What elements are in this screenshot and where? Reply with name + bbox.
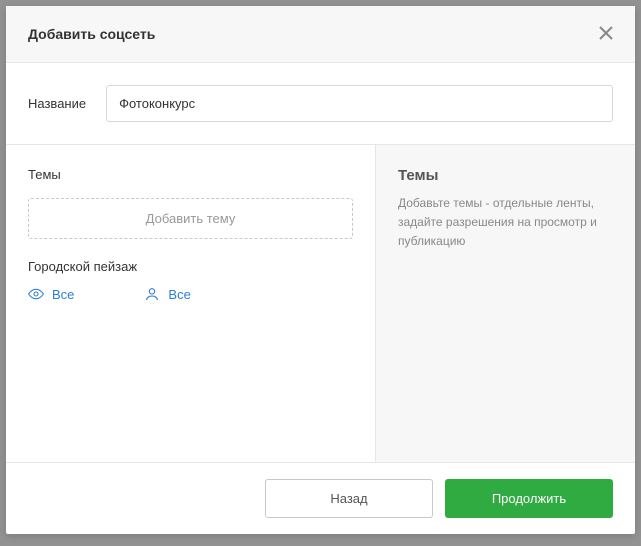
theme-permissions: Все Все (28, 286, 353, 302)
close-button[interactable] (599, 24, 613, 44)
modal-body: Темы Добавить тему Городской пейзаж Все (6, 145, 635, 462)
modal-title: Добавить соцсеть (28, 26, 155, 42)
name-label: Название (28, 96, 86, 111)
continue-button-label: Продолжить (492, 491, 566, 506)
theme-item: Городской пейзаж Все Все (28, 259, 353, 302)
add-theme-button[interactable]: Добавить тему (28, 198, 353, 239)
themes-panel: Темы Добавить тему Городской пейзаж Все (6, 145, 376, 462)
themes-heading: Темы (28, 167, 353, 182)
user-icon (144, 286, 160, 302)
author-permission-text: Все (168, 287, 190, 302)
theme-title: Городской пейзаж (28, 259, 353, 274)
help-panel: Темы Добавьте темы - отдельные ленты, за… (376, 145, 635, 462)
add-social-modal: Добавить соцсеть Название Темы Добавить … (6, 6, 635, 534)
eye-icon (28, 286, 44, 302)
modal-footer: Назад Продолжить (6, 462, 635, 534)
view-permission[interactable]: Все (28, 286, 74, 302)
add-theme-label: Добавить тему (146, 211, 236, 226)
continue-button[interactable]: Продолжить (445, 479, 613, 518)
modal-header: Добавить соцсеть (6, 6, 635, 63)
help-title: Темы (398, 167, 613, 184)
back-button-label: Назад (330, 491, 367, 506)
help-description: Добавьте темы - отдельные ленты, задайте… (398, 194, 613, 252)
view-permission-text: Все (52, 287, 74, 302)
name-input[interactable] (106, 85, 613, 122)
name-section: Название (6, 63, 635, 145)
back-button[interactable]: Назад (265, 479, 433, 518)
close-icon (599, 23, 613, 45)
author-permission[interactable]: Все (144, 286, 190, 302)
